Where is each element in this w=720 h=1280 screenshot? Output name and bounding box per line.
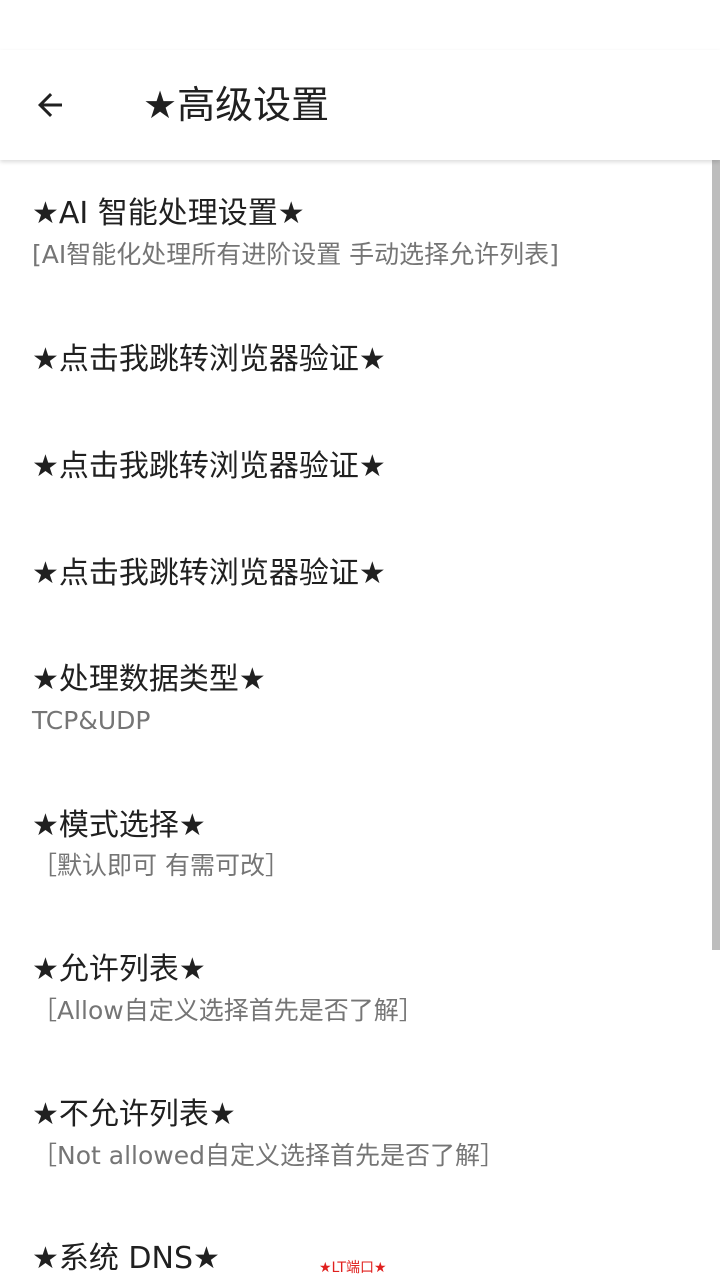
pref-title: ★点击我跳转浏览器验证★: [32, 556, 386, 591]
app-bar: ★高级设置: [0, 50, 720, 160]
pref-summary: [AI智能化处理所有进阶设置 手动选择允许列表]: [32, 240, 559, 269]
pref-allow-list[interactable]: ★允许列表★ ［Allow自定义选择首先是否了解］: [0, 909, 700, 1055]
pref-title: ★AI 智能处理设置★: [32, 196, 305, 231]
pref-title: ★点击我跳转浏览器验证★: [32, 342, 386, 377]
scrollbar[interactable]: [712, 160, 720, 950]
pref-browser-verify-3[interactable]: ★点击我跳转浏览器验证★: [0, 513, 700, 619]
pref-summary: ［Not allowed自定义选择首先是否了解］: [32, 1141, 505, 1170]
arrow-left-icon: [38, 93, 62, 117]
pref-browser-verify-2[interactable]: ★点击我跳转浏览器验证★: [0, 406, 700, 513]
preference-list: ★AI 智能处理设置★ [AI智能化处理所有进阶设置 手动选择允许列表] ★点击…: [0, 160, 720, 1280]
pref-disallow-list[interactable]: ★不允许列表★ ［Not allowed自定义选择首先是否了解］: [0, 1055, 700, 1199]
pref-summary: ［Allow自定义选择首先是否了解］: [32, 996, 424, 1025]
pref-data-type[interactable]: ★处理数据类型★ TCP&UDP: [0, 619, 700, 765]
pref-browser-verify-1[interactable]: ★点击我跳转浏览器验证★: [0, 300, 700, 406]
watermark-label: ★LT端口★: [319, 1260, 387, 1276]
back-button[interactable]: [22, 77, 78, 133]
pref-ai-settings[interactable]: ★AI 智能处理设置★ [AI智能化处理所有进阶设置 手动选择允许列表]: [0, 160, 700, 300]
pref-title: ★不允许列表★: [32, 1097, 236, 1132]
pref-title: ★允许列表★: [32, 952, 206, 987]
pref-title: ★系统 DNS★: [32, 1241, 220, 1276]
pref-title: ★点击我跳转浏览器验证★: [32, 449, 386, 484]
page-title: ★高级设置: [143, 83, 330, 127]
pref-title: ★处理数据类型★: [32, 662, 266, 697]
pref-title: ★模式选择★: [32, 808, 206, 843]
pref-summary: ［默认即可 有需可改］: [32, 851, 290, 880]
pref-mode-select[interactable]: ★模式选择★ ［默认即可 有需可改］: [0, 765, 700, 909]
pref-summary: TCP&UDP: [32, 706, 151, 735]
status-bar: [0, 0, 720, 50]
